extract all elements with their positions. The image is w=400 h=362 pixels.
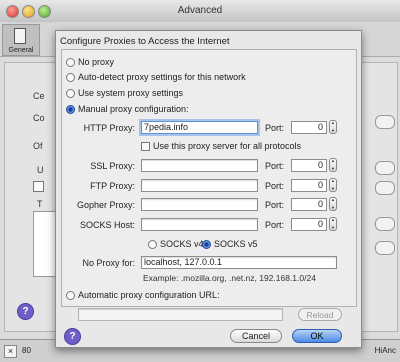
status-count: 80 [22,346,31,355]
proxy-options-group: No proxy Auto-detect proxy settings for … [61,49,357,307]
background-text-t: T [37,199,43,209]
http-proxy-input[interactable]: 7pedia.info [141,121,258,134]
reload-button[interactable]: Reload [298,308,342,321]
radio-button-selected-icon [202,239,211,249]
no-proxy-for-input[interactable]: localhost, 127.0.0.1 [141,256,337,269]
http-port-label: Port: [265,123,285,133]
radio-socks-v5-label: SOCKS v5 [214,239,258,249]
ssl-port-label: Port: [265,161,285,171]
ftp-proxy-label: FTP Proxy: [90,181,135,191]
cancel-button[interactable]: Cancel [230,329,282,343]
http-proxy-label: HTTP Proxy: [83,123,135,133]
ftp-port-stepper[interactable] [329,178,337,192]
radio-system-proxy[interactable]: Use system proxy settings [66,88,183,98]
no-proxy-example: Example: .mozilla.org, .net.nz, 192.168.… [143,273,316,283]
radio-no-proxy-label: No proxy [78,57,115,67]
gopher-port-input[interactable]: 0 [291,198,327,211]
gopher-port-label: Port: [265,200,285,210]
background-checkbox[interactable] [33,181,44,192]
socks-port-label: Port: [265,220,285,230]
ssl-proxy-input[interactable] [141,159,258,172]
window-title: Advanced [177,5,223,16]
background-text-of: Of [33,141,43,151]
http-port-input[interactable]: 0 [291,121,327,134]
background-text-co: Co [33,113,45,123]
background-button-5[interactable] [375,241,395,255]
help-button[interactable]: ? [64,328,81,345]
background-text-ce: Ce [33,91,45,101]
background-button-3[interactable] [375,181,395,195]
radio-button-icon [66,290,75,300]
background-help-button[interactable]: ? [17,303,34,320]
socks-port-input[interactable]: 0 [291,218,327,231]
radio-no-proxy[interactable]: No proxy [66,57,114,67]
radio-button-icon [66,57,75,67]
window-titlebar: Advanced [0,0,400,23]
radio-socks-v4-label: SOCKS v4 [160,239,204,249]
ok-button[interactable]: OK [292,329,342,343]
background-button-2[interactable] [375,161,395,175]
radio-socks-v4[interactable]: SOCKS v4 [148,239,204,249]
checkbox-icon [141,141,150,151]
proxy-settings-sheet: Configure Proxies to Access the Internet… [55,30,362,348]
toolbar-general-tab[interactable]: General [2,24,40,56]
gopher-proxy-input[interactable] [141,198,258,211]
background-text-u: U [37,165,44,175]
radio-button-icon [148,239,157,249]
ftp-port-label: Port: [265,181,285,191]
radio-system-proxy-label: Use system proxy settings [78,88,184,98]
http-port-stepper[interactable] [329,120,337,134]
socks-host-input[interactable] [141,218,258,231]
general-switch-icon [14,28,26,44]
status-right-text: HiAnc [374,346,396,355]
auto-proxy-url-input[interactable] [78,308,283,321]
radio-auto-detect[interactable]: Auto-detect proxy settings for this netw… [66,72,246,82]
same-proxy-label: Use this proxy server for all protocols [153,141,302,151]
gopher-proxy-label: Gopher Proxy: [76,200,135,210]
socks-host-label: SOCKS Host: [79,220,135,230]
ssl-proxy-label: SSL Proxy: [90,161,135,171]
toolbar-general-label: General [8,47,34,54]
ssl-port-input[interactable]: 0 [291,159,327,172]
background-button-1[interactable] [375,115,395,129]
radio-socks-v5[interactable]: SOCKS v5 [202,239,258,249]
dialog-heading: Configure Proxies to Access the Internet [60,36,230,47]
close-icon[interactable]: × [4,345,17,358]
background-button-4[interactable] [375,217,395,231]
ftp-proxy-input[interactable] [141,179,258,192]
same-proxy-checkbox[interactable]: Use this proxy server for all protocols [141,141,301,151]
radio-button-icon [66,72,75,82]
radio-auto-proxy-url[interactable]: Automatic proxy configuration URL: [66,290,220,300]
radio-auto-detect-label: Auto-detect proxy settings for this netw… [78,72,246,82]
no-proxy-for-label: No Proxy for: [82,258,135,268]
radio-auto-proxy-url-label: Automatic proxy configuration URL: [78,290,220,300]
ssl-port-stepper[interactable] [329,158,337,172]
ftp-port-input[interactable]: 0 [291,179,327,192]
radio-manual-proxy-label: Manual proxy configuration: [78,104,189,114]
socks-port-stepper[interactable] [329,217,337,231]
gopher-port-stepper[interactable] [329,197,337,211]
radio-button-icon [66,88,75,98]
radio-manual-proxy[interactable]: Manual proxy configuration: [66,104,189,114]
radio-button-selected-icon [66,104,75,114]
